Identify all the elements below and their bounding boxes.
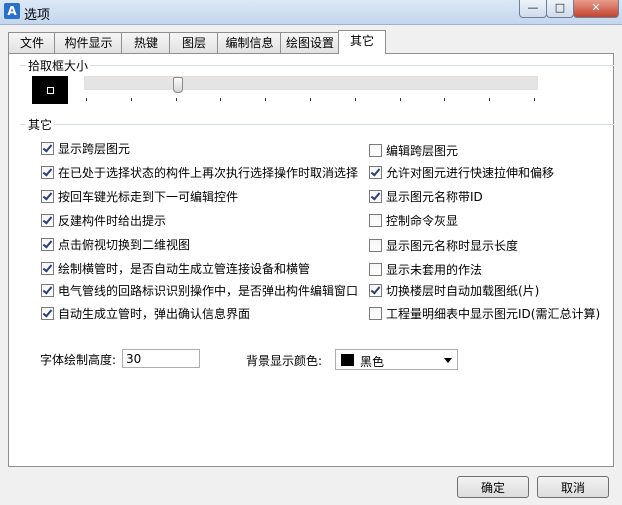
checkbox[interactable] [369, 165, 382, 179]
tab-component-display[interactable]: 构件显示 [54, 32, 123, 53]
checkbox[interactable] [41, 283, 54, 297]
checkbox[interactable] [41, 237, 54, 251]
option-label: 在已处于选择状态的构件上再次执行选择操作时取消选择 [58, 165, 359, 180]
option-quantity-show-id[interactable]: 工程量明细表中显示图元ID(需汇总计算) [369, 305, 600, 321]
checkbox[interactable] [41, 213, 54, 227]
other-group-label: 其它 [26, 116, 55, 133]
option-topview-2d[interactable]: 点击俯视切换到二维视图 [41, 236, 190, 252]
option-label: 电气管线的回路标识识别操作中，是否弹出构件编辑窗口 [58, 283, 359, 298]
option-label: 切换楼层时自动加载图纸(片) [386, 283, 540, 298]
option-quick-stretch[interactable]: 允许对图元进行快速拉伸和偏移 [369, 164, 554, 180]
tab-drawing-settings[interactable]: 绘图设置 [280, 32, 340, 53]
checkbox[interactable] [369, 306, 382, 320]
option-edit-cross-layer[interactable]: 编辑跨层图元 [369, 142, 458, 158]
option-name-with-id[interactable]: 显示图元名称带ID [369, 188, 483, 204]
slider-tick [86, 98, 87, 101]
color-swatch [341, 354, 354, 366]
checkbox[interactable] [41, 189, 54, 203]
tab-layers[interactable]: 图层 [169, 32, 219, 53]
option-label: 显示跨层图元 [58, 141, 131, 156]
cancel-button[interactable]: 取消 [537, 476, 609, 498]
app-icon: A [4, 3, 20, 19]
option-label: 控制命令灰显 [386, 213, 459, 228]
option-label: 允许对图元进行快速拉伸和偏移 [386, 165, 555, 180]
tab-other[interactable]: 其它 [338, 30, 386, 54]
title-bar: A 选项 — □ ✕ [0, 0, 622, 25]
tab-edit-info[interactable]: 编制信息 [217, 32, 282, 53]
slider-tick [489, 98, 490, 101]
option-label: 工程量明细表中显示图元ID(需汇总计算) [386, 306, 601, 321]
option-show-cross-layer[interactable]: 显示跨层图元 [41, 140, 130, 156]
slider-tick [176, 98, 177, 101]
option-auto-riser[interactable]: 绘制横管时，是否自动生成立管连接设备和横管 [41, 260, 310, 276]
ok-button[interactable]: 确定 [457, 476, 529, 498]
checkbox[interactable] [369, 238, 382, 252]
option-riser-confirm[interactable]: 自动生成立管时，弹出确认信息界面 [41, 305, 250, 321]
bg-color-value: 黑色 [360, 355, 385, 369]
bg-color-label: 背景显示颜色: [246, 354, 323, 368]
checkbox[interactable] [369, 189, 382, 203]
slider-tick [310, 98, 311, 101]
option-enter-next-control[interactable]: 按回车键光标走到下一可编辑控件 [41, 188, 238, 204]
slider-tick [220, 98, 221, 101]
option-unapplied-method[interactable]: 显示未套用的作法 [369, 261, 482, 277]
pickbox-preview [32, 76, 68, 104]
option-label: 按回车键光标走到下一可编辑控件 [58, 189, 239, 204]
option-autoload-drawing[interactable]: 切换楼层时自动加载图纸(片) [369, 282, 539, 298]
slider-tick [265, 98, 266, 101]
slider-tick [444, 98, 445, 101]
option-label: 显示图元名称带ID [386, 189, 483, 204]
checkbox[interactable] [369, 262, 382, 276]
option-label: 反建构件时给出提示 [58, 213, 167, 228]
other-group-line [20, 124, 614, 125]
option-command-gray[interactable]: 控制命令灰显 [369, 212, 458, 228]
maximize-button[interactable]: □ [546, 0, 574, 18]
slider-tick [534, 98, 535, 101]
slider-tick [400, 98, 401, 101]
option-name-show-length[interactable]: 显示图元名称时显示长度 [369, 237, 518, 253]
close-button[interactable]: ✕ [573, 0, 619, 18]
checkbox[interactable] [41, 306, 54, 320]
option-label: 自动生成立管时，弹出确认信息界面 [58, 306, 251, 321]
pickbox-slider-thumb[interactable] [173, 77, 183, 93]
font-height-label: 字体绘制高度: [40, 353, 117, 367]
option-circuit-edit-window[interactable]: 电气管线的回路标识识别操作中，是否弹出构件编辑窗口 [41, 282, 358, 298]
pickbox-group-label: 拾取框大小 [26, 57, 91, 74]
window-title: 选项 [24, 8, 51, 23]
slider-tick [131, 98, 132, 101]
tab-hotkeys[interactable]: 热键 [121, 32, 171, 53]
tab-file[interactable]: 文件 [8, 32, 56, 53]
checkbox[interactable] [369, 213, 382, 227]
chevron-down-icon [444, 358, 452, 363]
minimize-button[interactable]: — [519, 0, 547, 18]
option-label: 编辑跨层图元 [386, 143, 459, 158]
checkbox[interactable] [369, 283, 382, 297]
font-height-input[interactable]: 30 [122, 349, 200, 368]
option-reverse-build-prompt[interactable]: 反建构件时给出提示 [41, 212, 166, 228]
option-deselect-on-reselect[interactable]: 在已处于选择状态的构件上再次执行选择操作时取消选择 [41, 164, 358, 180]
pickbox-slider-track[interactable] [84, 76, 538, 90]
option-label: 点击俯视切换到二维视图 [58, 237, 191, 252]
checkbox[interactable] [41, 141, 54, 155]
checkbox[interactable] [41, 261, 54, 275]
pickbox-group-line [20, 65, 614, 66]
bg-color-select[interactable]: 黑色 [335, 349, 458, 370]
slider-tick [355, 98, 356, 101]
checkbox[interactable] [369, 143, 382, 157]
option-label: 绘制横管时，是否自动生成立管连接设备和横管 [58, 261, 311, 276]
checkbox[interactable] [41, 165, 54, 179]
option-label: 显示图元名称时显示长度 [386, 238, 519, 253]
option-label: 显示未套用的作法 [386, 262, 483, 277]
